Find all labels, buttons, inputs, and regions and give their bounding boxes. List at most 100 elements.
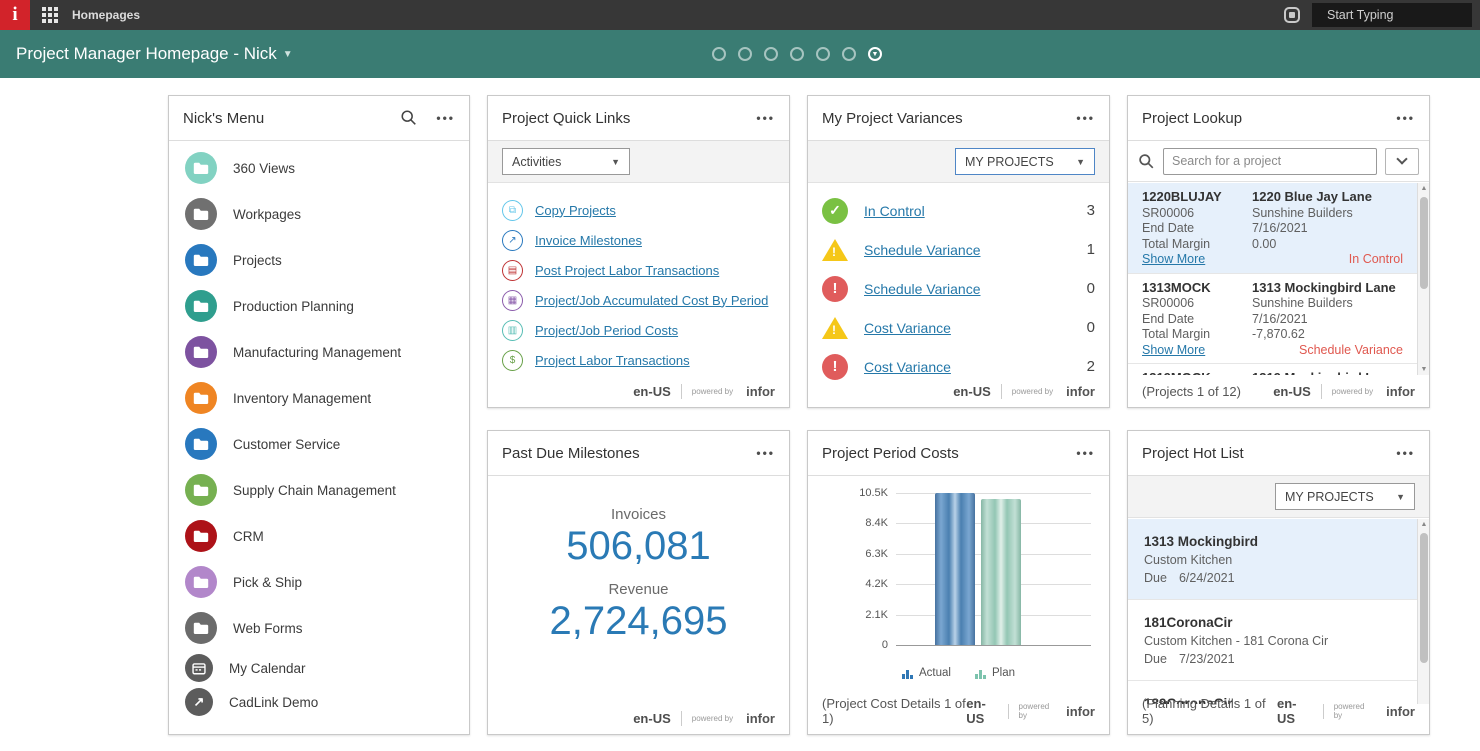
menu-item-workpages[interactable]: Workpages <box>185 191 453 237</box>
app-label-homepages[interactable]: Homepages <box>72 8 140 22</box>
variance-link[interactable]: In Control <box>864 203 1071 219</box>
end-date-label: End Date <box>1142 221 1195 235</box>
page-dot-5[interactable] <box>816 47 830 61</box>
page-title-dropdown[interactable]: Project Manager Homepage - Nick ▼ <box>16 44 293 64</box>
scrollbar[interactable]: ▲ ▼ <box>1417 183 1429 375</box>
menu-item-pick-and-ship[interactable]: Pick & Ship <box>185 559 453 605</box>
page-dot-4[interactable] <box>790 47 804 61</box>
locale-selector[interactable]: en-US <box>953 384 991 399</box>
scroll-up-icon[interactable]: ▲ <box>1418 521 1429 528</box>
menu-item-label: Inventory Management <box>233 390 372 406</box>
widget-menu-icon[interactable]: ••• <box>1076 446 1095 460</box>
menu-item-production-planning[interactable]: Production Planning <box>185 283 453 329</box>
variances-filter-select[interactable]: MY PROJECTS ▼ <box>955 148 1095 175</box>
menu-item-web-forms[interactable]: Web Forms <box>185 605 453 651</box>
quick-link-label: Post Project Labor Transactions <box>535 262 720 278</box>
menu-item-inventory-management[interactable]: Inventory Management <box>185 375 453 421</box>
page-dot-6[interactable] <box>842 47 856 61</box>
external-link-icon: ↗ <box>185 688 213 716</box>
menu-item-supply-chain-management[interactable]: Supply Chain Management <box>185 467 453 513</box>
widget-menu-icon[interactable]: ••• <box>1076 111 1095 125</box>
table-icon: ▥ <box>502 319 523 341</box>
hot-list-row[interactable]: 1313 Mockingbird Custom Kitchen Due 6/24/… <box>1128 519 1417 600</box>
scrollbar-thumb[interactable] <box>1420 197 1428 289</box>
show-more-link[interactable]: Show More <box>1142 343 1252 358</box>
scroll-up-icon[interactable]: ▲ <box>1418 185 1429 192</box>
menu-item-projects[interactable]: Projects <box>185 237 453 283</box>
hotlist-filter-select[interactable]: MY PROJECTS ▼ <box>1275 483 1415 510</box>
widget-menu-icon[interactable]: ••• <box>436 111 455 125</box>
display-mode-icon[interactable] <box>1284 7 1300 23</box>
menu-item-manufacturing-management[interactable]: Manufacturing Management <box>185 329 453 375</box>
quick-links-filter-select[interactable]: Activities ▼ <box>502 148 630 175</box>
project-result-row[interactable]: 1319MOCK 1319 Mockingbird Lane SR00006 S… <box>1128 364 1417 375</box>
quick-link-project-labor-transactions[interactable]: $ Project Labor Transactions <box>502 345 775 375</box>
locale-selector[interactable]: en-US <box>633 384 671 399</box>
project-result-row[interactable]: 1313MOCK 1313 Mockingbird Lane SR00006 S… <box>1128 274 1417 364</box>
variance-link[interactable]: Schedule Variance <box>864 242 1071 258</box>
y-tick: 10.5K <box>859 487 888 499</box>
widget-menu-icon[interactable]: ••• <box>756 111 775 125</box>
actual-bar[interactable] <box>935 493 975 645</box>
global-search-input[interactable] <box>1327 8 1480 22</box>
project-code: 1220BLUJAY <box>1142 189 1222 204</box>
locale-selector[interactable]: en-US <box>1277 696 1313 726</box>
plan-bar[interactable] <box>981 498 1021 645</box>
menu-item-customer-service[interactable]: Customer Service <box>185 421 453 467</box>
menu-item-crm[interactable]: CRM <box>185 513 453 559</box>
results-count: (Project Cost Details 1 of 1) <box>822 696 966 726</box>
locale-selector[interactable]: en-US <box>1273 384 1311 399</box>
document-icon: ▤ <box>502 259 523 281</box>
search-icon[interactable] <box>400 109 418 127</box>
quick-link-accumulated-cost-by-period[interactable]: ▦ Project/Job Accumulated Cost By Period <box>502 285 775 315</box>
trend-icon: ↗ <box>502 229 523 251</box>
app-grid-icon[interactable] <box>42 7 58 23</box>
widget-menu-icon[interactable]: ••• <box>756 446 775 460</box>
hot-list-row[interactable]: 181CoronaCir Custom Kitchen - 181 Corona… <box>1128 600 1417 681</box>
metric-value: 506,081 <box>566 524 711 568</box>
variance-link[interactable]: Schedule Variance <box>864 281 1071 297</box>
variance-count: 0 <box>1086 280 1095 297</box>
project-desc: Custom Kitchen <box>1144 553 1233 567</box>
quick-link-label: Invoice Milestones <box>535 232 642 248</box>
variance-link[interactable]: Cost Variance <box>864 359 1071 375</box>
scrollbar[interactable]: ▲ <box>1417 519 1429 704</box>
past-due-milestones-widget: Past Due Milestones ••• Invoices 506,081… <box>487 430 790 735</box>
menu-item-my-calendar[interactable]: My Calendar <box>185 651 453 685</box>
page-dot-1[interactable] <box>712 47 726 61</box>
legend-actual[interactable]: Actual <box>902 667 951 679</box>
menu-item-360-views[interactable]: 360 Views <box>185 145 453 191</box>
show-more-link[interactable]: Show More <box>1142 252 1252 267</box>
legend-plan[interactable]: Plan <box>974 667 1015 679</box>
widget-menu-icon[interactable]: ••• <box>1396 446 1415 460</box>
menu-item-cadlink-demo[interactable]: ↗ CadLink Demo <box>185 685 453 719</box>
quick-link-post-project-labor-transactions[interactable]: ▤ Post Project Labor Transactions <box>502 255 775 285</box>
money-icon: $ <box>502 349 523 371</box>
legend-label: Actual <box>919 667 951 679</box>
calendar-icon <box>185 654 213 682</box>
page-dot-2[interactable] <box>738 47 752 61</box>
widget-menu-icon[interactable]: ••• <box>1396 111 1415 125</box>
scroll-down-icon[interactable]: ▼ <box>1418 366 1429 373</box>
project-result-row[interactable]: 1220BLUJAY 1220 Blue Jay Lane SR00006 Su… <box>1128 183 1417 274</box>
scrollbar-thumb[interactable] <box>1420 533 1428 663</box>
project-search-input[interactable] <box>1163 147 1377 175</box>
my-project-variances-widget: My Project Variances ••• MY PROJECTS ▼ ✓… <box>807 95 1110 408</box>
variance-count: 0 <box>1086 319 1095 336</box>
project-hot-list-widget: Project Hot List ••• MY PROJECTS ▼ 1313 … <box>1127 430 1430 735</box>
variance-link[interactable]: Cost Variance <box>864 320 1071 336</box>
quick-link-period-costs[interactable]: ▥ Project/Job Period Costs <box>502 315 775 345</box>
infor-logo[interactable]: i <box>0 0 30 30</box>
quick-link-copy-projects[interactable]: ⧉ Copy Projects <box>502 195 775 225</box>
page-dot-7-active[interactable]: ▼ <box>868 47 882 61</box>
menu-item-label: CadLink Demo <box>229 694 319 710</box>
locale-selector[interactable]: en-US <box>966 696 997 726</box>
infor-brand-label: infor <box>1066 703 1095 719</box>
page-title: Project Manager Homepage - Nick <box>16 44 277 63</box>
widget-title: Past Due Milestones <box>502 444 640 462</box>
powered-by-label: powered by <box>691 714 734 723</box>
quick-link-invoice-milestones[interactable]: ↗ Invoice Milestones <box>502 225 775 255</box>
page-dot-3[interactable] <box>764 47 778 61</box>
locale-selector[interactable]: en-US <box>633 711 671 726</box>
expand-chevron-button[interactable] <box>1385 147 1419 175</box>
